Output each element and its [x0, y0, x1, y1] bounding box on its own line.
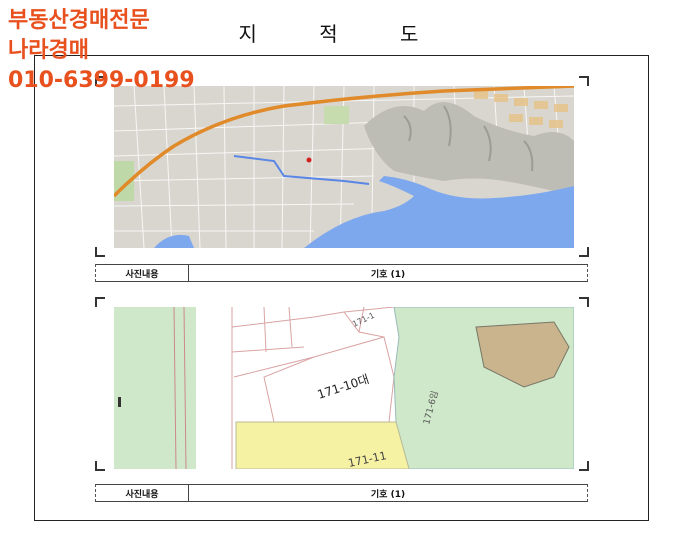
- crop-mark: [579, 461, 589, 471]
- watermark: 부동산경매전문 나라경매 010-6399-0199: [8, 6, 195, 96]
- photo-caption: 사진내용 기호 (1): [95, 484, 588, 502]
- cadastral-map-image: 171-10대 171-1 171-6임 171-11: [114, 307, 574, 469]
- crop-mark: [579, 297, 589, 307]
- caption-value: 기호 (1): [370, 489, 406, 500]
- overview-map: [114, 86, 574, 248]
- cadastral-map: 171-10대 171-1 171-6임 171-11: [114, 307, 574, 469]
- crop-mark: [579, 247, 589, 257]
- crop-mark: [95, 297, 105, 307]
- caption-label: 사진내용: [96, 265, 189, 281]
- watermark-line1: 부동산경매전문: [8, 8, 150, 33]
- caption-label: 사진내용: [96, 485, 189, 501]
- watermark-phone: 010-6399-0199: [8, 68, 195, 93]
- caption-value: 기호 (1): [370, 269, 406, 280]
- crop-mark: [95, 461, 105, 471]
- overview-map-image: [114, 86, 574, 248]
- watermark-line2: 나라경매: [8, 38, 89, 63]
- crop-mark: [579, 76, 589, 86]
- crop-mark: [95, 247, 105, 257]
- photo-caption: 사진내용 기호 (1): [95, 264, 588, 282]
